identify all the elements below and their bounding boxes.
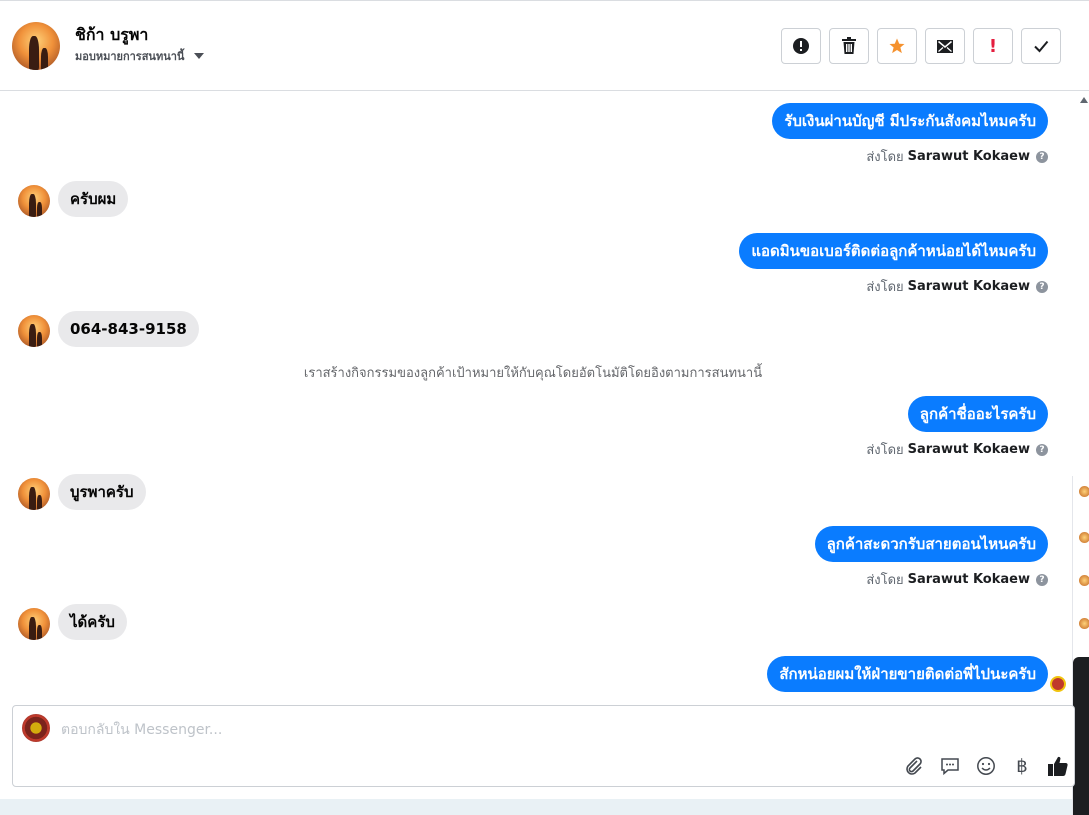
contact-avatar-small [18,608,50,640]
sent-by-label: ส่งโดย Sarawut Kokaew ? [866,439,1048,460]
alert-circle-icon [793,38,809,54]
mini-avatar[interactable] [1079,618,1089,629]
emoji-icon [977,757,995,775]
help-icon[interactable]: ? [1036,280,1048,293]
mini-avatar[interactable] [1079,486,1089,497]
contact-name[interactable]: ชิก้า บรูพา [75,23,148,48]
attach-button[interactable] [902,754,926,778]
check-icon [1034,40,1049,53]
trash-icon [842,37,856,54]
incoming-message[interactable]: ได้ครับ [58,604,127,640]
sent-by-prefix: ส่งโดย [866,150,904,165]
mini-avatar[interactable] [1079,532,1089,543]
saved-reply-icon [941,758,959,776]
outgoing-message[interactable]: ลูกค้าสะดวกรับสายตอนไหนครับ [814,526,1048,562]
contact-avatar-small [18,185,50,217]
outgoing-message[interactable]: สักหน่อยผมให้ฝ่ายขายติดต่อพี่ไปนะครับ [767,656,1048,692]
page-avatar [22,714,50,742]
like-button[interactable] [1046,754,1070,778]
envelope-icon [937,40,953,53]
delete-button[interactable] [829,28,869,64]
baht-icon: ฿ [1016,755,1028,777]
mark-spam-button[interactable] [781,28,821,64]
help-icon[interactable]: ? [1036,443,1048,456]
star-icon [889,38,905,54]
star-button[interactable] [877,28,917,64]
mark-done-button[interactable] [1021,28,1061,64]
mini-avatar[interactable] [1079,575,1089,586]
exclamation-icon: ! [988,35,998,57]
sent-by-agent: Sarawut Kokaew [907,572,1030,587]
sent-by-prefix: ส่งโดย [866,573,904,588]
sent-by-agent: Sarawut Kokaew [907,149,1030,164]
contact-avatar[interactable] [12,22,60,70]
help-icon[interactable]: ? [1036,573,1048,586]
mark-unread-button[interactable] [925,28,965,64]
reply-input[interactable] [61,720,961,740]
contact-avatar-small [18,478,50,510]
system-note: เราสร้างกิจกรรมของลูกค้าเป้าหมายให้กับคุ… [303,366,763,381]
thumbs-up-icon [1048,756,1068,776]
sent-by-agent: Sarawut Kokaew [907,442,1030,457]
scroll-up-arrow-icon[interactable] [1080,97,1088,103]
assign-label: มอบหมายการสนทนานี้ [75,50,185,63]
conversation-header: ชิก้า บรูพา มอบหมายการสนทนานี้ ! [0,0,1089,91]
incoming-message[interactable]: 064-843-9158 [58,311,199,347]
sent-by-prefix: ส่งโดย [866,443,904,458]
caret-down-icon [194,53,205,59]
side-panel-dark [1073,657,1089,815]
incoming-message[interactable]: บูรพาครับ [58,474,146,510]
sent-by-agent: Sarawut Kokaew [907,279,1030,294]
footer-band [0,799,1072,815]
incoming-message[interactable]: ครับผม [58,181,129,217]
reply-composer: ฿ [12,705,1075,787]
paperclip-icon [906,757,922,775]
saved-reply-button[interactable] [938,754,962,778]
follow-up-button[interactable]: ! [973,28,1013,64]
sent-by-label: ส่งโดย Sarawut Kokaew ? [866,146,1048,167]
seen-avatar [1050,676,1066,692]
sent-by-label: ส่งโดย Sarawut Kokaew ? [866,569,1048,590]
payment-button[interactable]: ฿ [1010,754,1034,778]
assign-dropdown[interactable]: มอบหมายการสนทนานี้ [75,47,205,65]
outgoing-message[interactable]: รับเงินผ่านบัญชี มีประกันสังคมไหมครับ [772,103,1048,139]
outgoing-message[interactable]: ลูกค้าชื่ออะไรครับ [907,396,1048,432]
sent-by-prefix: ส่งโดย [866,280,904,295]
contact-avatar-small [18,315,50,347]
outgoing-message[interactable]: แอดมินขอเบอร์ติดต่อลูกค้าหน่อยได้ไหมครับ [739,233,1048,269]
help-icon[interactable]: ? [1036,150,1048,163]
sent-by-label: ส่งโดย Sarawut Kokaew ? [866,276,1048,297]
emoji-button[interactable] [974,754,998,778]
